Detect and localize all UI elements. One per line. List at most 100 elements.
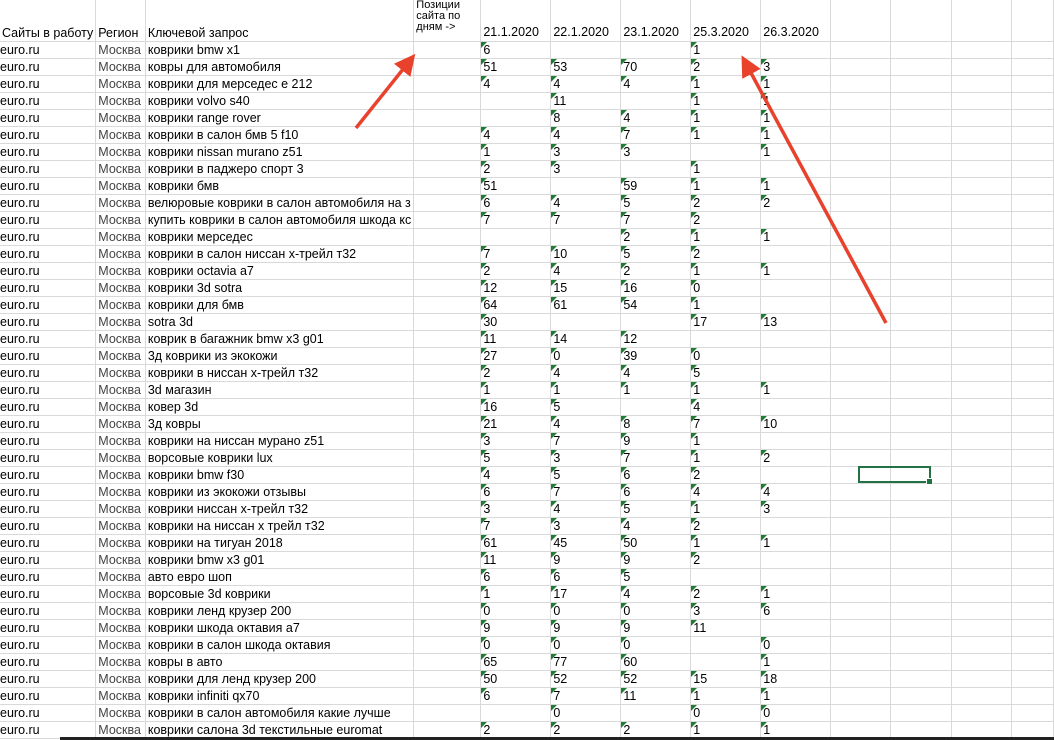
site-cell[interactable]: euro.ru <box>0 636 97 654</box>
keyword-cell[interactable]: коврики bmw x1 <box>145 41 415 59</box>
keyword-cell[interactable]: коврики для ленд крузер 200 <box>145 670 415 688</box>
site-cell[interactable]: euro.ru <box>0 262 97 280</box>
empty-cell[interactable] <box>413 75 482 93</box>
empty-cell[interactable] <box>890 245 952 263</box>
position-cell[interactable]: 4 <box>620 585 692 603</box>
position-cell[interactable]: 1 <box>690 296 762 314</box>
region-cell[interactable]: Москва <box>95 194 146 212</box>
active-cell-selection[interactable] <box>858 466 933 485</box>
empty-cell[interactable] <box>830 670 892 688</box>
keyword-cell[interactable]: коврики в паджеро спорт 3 <box>145 160 415 178</box>
empty-cell[interactable] <box>890 585 952 603</box>
position-cell[interactable]: 1 <box>690 381 762 399</box>
position-cell[interactable]: 7 <box>550 211 622 229</box>
empty-cell[interactable] <box>830 160 892 178</box>
empty-cell[interactable] <box>1011 364 1054 382</box>
site-cell[interactable]: euro.ru <box>0 687 97 705</box>
position-cell[interactable]: 59 <box>620 177 692 195</box>
position-cell[interactable]: 1 <box>760 126 832 144</box>
position-cell[interactable]: 1 <box>760 381 832 399</box>
position-cell[interactable]: 4 <box>620 364 692 382</box>
site-cell[interactable]: euro.ru <box>0 449 97 467</box>
empty-cell[interactable] <box>1011 211 1054 229</box>
empty-cell[interactable] <box>951 143 1012 161</box>
position-cell[interactable]: 2 <box>620 721 692 739</box>
position-cell[interactable]: 4 <box>690 398 762 416</box>
empty-cell[interactable] <box>890 704 952 722</box>
position-cell[interactable]: 1 <box>480 585 552 603</box>
position-cell[interactable]: 1 <box>690 160 762 178</box>
site-cell[interactable]: euro.ru <box>0 75 97 93</box>
position-cell[interactable]: 5 <box>620 194 692 212</box>
position-cell[interactable] <box>760 619 832 637</box>
empty-cell[interactable] <box>1011 551 1054 569</box>
empty-cell[interactable] <box>830 330 892 348</box>
empty-cell[interactable] <box>413 500 482 518</box>
region-cell[interactable]: Москва <box>95 177 146 195</box>
empty-cell[interactable] <box>413 330 482 348</box>
position-cell[interactable]: 5 <box>620 500 692 518</box>
position-cell[interactable] <box>620 398 692 416</box>
empty-cell[interactable] <box>413 245 482 263</box>
empty-cell[interactable] <box>890 517 952 535</box>
empty-cell[interactable] <box>951 517 1012 535</box>
empty-cell[interactable] <box>830 449 892 467</box>
region-cell[interactable]: Москва <box>95 41 146 59</box>
position-cell[interactable]: 1 <box>690 228 762 246</box>
position-cell[interactable]: 1 <box>690 177 762 195</box>
position-cell[interactable]: 11 <box>620 687 692 705</box>
position-cell[interactable]: 0 <box>690 347 762 365</box>
empty-cell[interactable] <box>830 245 892 263</box>
position-cell[interactable]: 7 <box>550 483 622 501</box>
empty-cell[interactable] <box>413 517 482 535</box>
position-cell[interactable]: 16 <box>480 398 552 416</box>
site-cell[interactable]: euro.ru <box>0 500 97 518</box>
position-cell[interactable]: 9 <box>480 619 552 637</box>
region-cell[interactable]: Москва <box>95 58 146 76</box>
keyword-cell[interactable]: коврики ниссан х-трейл т32 <box>145 500 415 518</box>
position-cell[interactable]: 3 <box>550 143 622 161</box>
position-cell[interactable]: 64 <box>480 296 552 314</box>
site-cell[interactable]: euro.ru <box>0 653 97 671</box>
empty-cell[interactable] <box>1011 109 1054 127</box>
site-cell[interactable]: euro.ru <box>0 160 97 178</box>
empty-cell[interactable] <box>890 58 952 76</box>
empty-cell[interactable] <box>1011 500 1054 518</box>
empty-cell[interactable] <box>830 347 892 365</box>
site-cell[interactable]: euro.ru <box>0 330 97 348</box>
empty-cell[interactable] <box>951 211 1012 229</box>
position-cell[interactable]: 2 <box>480 364 552 382</box>
empty-cell[interactable] <box>951 41 1012 59</box>
empty-cell[interactable] <box>413 313 482 331</box>
empty-cell[interactable] <box>1011 415 1054 433</box>
site-cell[interactable]: euro.ru <box>0 432 97 450</box>
region-cell[interactable]: Москва <box>95 381 146 399</box>
empty-cell[interactable] <box>951 245 1012 263</box>
empty-cell[interactable] <box>830 143 892 161</box>
empty-cell[interactable] <box>1011 619 1054 637</box>
position-cell[interactable] <box>760 568 832 586</box>
empty-cell[interactable] <box>1011 75 1054 93</box>
region-cell[interactable]: Москва <box>95 160 146 178</box>
empty-cell[interactable] <box>890 483 952 501</box>
position-cell[interactable]: 0 <box>690 704 762 722</box>
position-cell[interactable] <box>760 160 832 178</box>
empty-cell[interactable] <box>890 449 952 467</box>
keyword-cell[interactable]: ковры в авто <box>145 653 415 671</box>
empty-cell[interactable] <box>1011 58 1054 76</box>
empty-cell[interactable] <box>1011 0 1054 42</box>
position-cell[interactable] <box>550 313 622 331</box>
empty-cell[interactable] <box>890 721 952 739</box>
empty-cell[interactable] <box>1011 279 1054 297</box>
empty-cell[interactable] <box>830 109 892 127</box>
empty-cell[interactable] <box>951 568 1012 586</box>
position-cell[interactable]: 5 <box>690 364 762 382</box>
position-cell[interactable]: 1 <box>620 381 692 399</box>
empty-cell[interactable] <box>830 415 892 433</box>
empty-cell[interactable] <box>830 500 892 518</box>
empty-cell[interactable] <box>890 432 952 450</box>
position-cell[interactable]: 6 <box>480 687 552 705</box>
empty-cell[interactable] <box>951 500 1012 518</box>
empty-cell[interactable] <box>951 415 1012 433</box>
keyword-cell[interactable]: коврики на ниссан х трейл т32 <box>145 517 415 535</box>
